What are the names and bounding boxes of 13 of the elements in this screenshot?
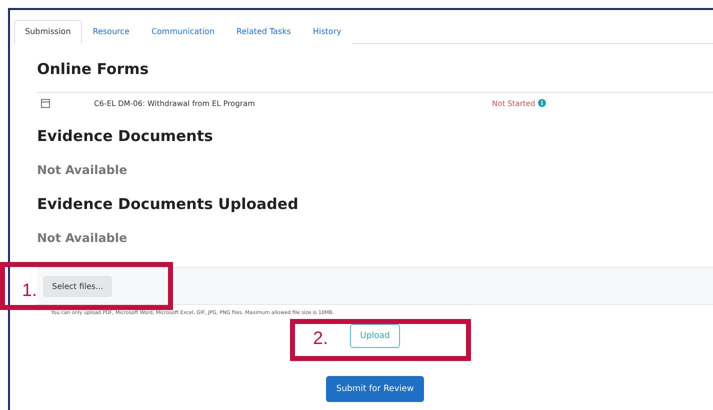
empty-text: Not Available	[37, 162, 128, 179]
section-heading: Evidence Documents	[37, 126, 214, 147]
form-icon	[41, 98, 50, 108]
section-heading: Evidence Documents Uploaded	[37, 194, 300, 215]
select-files-button[interactable]: Select files...	[43, 276, 112, 296]
annotation-number: 2.	[313, 328, 328, 349]
upload-button[interactable]: Upload	[350, 324, 400, 348]
annotation-number: 1.	[22, 280, 38, 301]
section-heading: Online Forms	[37, 59, 150, 80]
tab[interactable]: Submission	[14, 20, 82, 44]
info-icon[interactable]	[538, 99, 546, 107]
submit-button[interactable]: Submit for Review	[326, 376, 424, 402]
empty-text: Not Available	[37, 230, 128, 247]
